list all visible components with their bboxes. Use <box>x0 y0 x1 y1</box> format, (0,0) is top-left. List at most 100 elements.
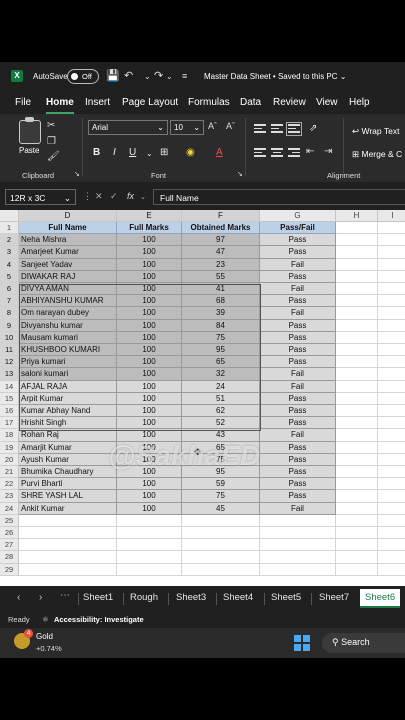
empty-cell[interactable] <box>378 564 405 576</box>
empty-cell[interactable] <box>336 466 378 479</box>
empty-cell[interactable] <box>336 563 378 576</box>
table-cell[interactable]: 68 <box>182 295 260 308</box>
customize-toolbar-icon[interactable]: ≡ <box>182 71 187 81</box>
table-cell[interactable]: Fail <box>260 502 336 515</box>
table-cell[interactable]: Fail <box>260 368 336 381</box>
sheet-tab-sheet5[interactable]: Sheet5 <box>271 592 301 603</box>
empty-cell[interactable] <box>336 234 378 247</box>
empty-cell[interactable] <box>378 368 405 381</box>
empty-cell[interactable] <box>378 539 405 552</box>
table-cell[interactable]: 75 <box>182 490 260 503</box>
table-cell[interactable]: AFJAL RAJA <box>19 380 117 393</box>
tab-formulas[interactable]: Formulas <box>188 97 230 108</box>
table-cell[interactable]: 23 <box>182 258 260 271</box>
table-cell[interactable] <box>260 514 336 527</box>
align-left-icon[interactable] <box>254 148 266 158</box>
table-cell[interactable]: Arpit Kumar <box>19 392 117 405</box>
table-cell[interactable]: 62 <box>182 405 260 418</box>
empty-cell[interactable] <box>378 490 405 503</box>
align-bottom-icon[interactable] <box>286 122 302 136</box>
table-cell[interactable]: 100 <box>117 344 182 357</box>
table-cell[interactable]: Pass <box>260 270 336 283</box>
table-cell[interactable]: KHUSHBOO KUMARI <box>19 344 117 357</box>
format-painter-icon[interactable]: 🖌 <box>47 151 60 162</box>
enter-icon[interactable]: ✓ <box>110 191 118 202</box>
table-cell[interactable]: Sanjeet Yadav <box>19 258 117 271</box>
increase-font-icon[interactable]: Aˆ <box>208 121 217 131</box>
row-header[interactable]: 26 <box>0 527 19 540</box>
cut-icon[interactable]: ✂ <box>47 120 55 131</box>
table-cell[interactable]: 100 <box>117 246 182 259</box>
table-cell[interactable]: Pass <box>260 441 336 454</box>
table-cell[interactable] <box>19 527 117 540</box>
table-cell[interactable] <box>260 551 336 564</box>
tab-home[interactable]: Home <box>46 97 74 108</box>
table-cell[interactable]: 59 <box>182 478 260 491</box>
table-cell[interactable]: Neha Mishra <box>19 234 117 247</box>
table-cell[interactable]: Fail <box>260 283 336 296</box>
table-cell[interactable]: 100 <box>117 258 182 271</box>
row-header[interactable]: 21 <box>0 466 19 479</box>
row-header[interactable]: 11 <box>0 344 19 357</box>
table-cell[interactable]: Pass <box>260 246 336 259</box>
empty-cell[interactable] <box>378 417 405 430</box>
table-cell[interactable]: Kumar Abhay Nand <box>19 405 117 418</box>
table-cell[interactable]: 100 <box>117 380 182 393</box>
table-cell[interactable]: Fail <box>260 307 336 320</box>
row-header[interactable]: 3 <box>0 246 19 259</box>
save-icon[interactable]: 💾 <box>106 69 120 82</box>
row-header[interactable]: 28 <box>0 551 19 564</box>
italic-button[interactable]: I <box>113 147 116 158</box>
table-cell[interactable]: 39 <box>182 307 260 320</box>
table-cell[interactable] <box>182 527 260 540</box>
empty-cell[interactable] <box>378 503 405 515</box>
table-cell[interactable]: Pass <box>260 331 336 344</box>
copy-icon[interactable]: ❐ <box>47 136 56 147</box>
table-cell[interactable] <box>182 563 260 576</box>
decrease-indent-icon[interactable]: ⇤ <box>306 146 314 157</box>
align-right-icon[interactable] <box>288 148 300 158</box>
empty-cell[interactable] <box>336 356 378 369</box>
row-header[interactable]: 5 <box>0 270 19 283</box>
table-cell[interactable]: Pass <box>260 490 336 503</box>
select-all-corner[interactable] <box>0 210 19 222</box>
table-cell[interactable] <box>117 551 182 564</box>
empty-cell[interactable] <box>378 246 405 259</box>
name-box[interactable]: 12R x 3C ⌄ <box>5 189 76 205</box>
row-header[interactable]: 27 <box>0 539 19 552</box>
empty-cell[interactable] <box>378 429 405 442</box>
empty-cell[interactable] <box>378 259 405 271</box>
table-cell[interactable]: 47 <box>182 246 260 259</box>
empty-cell[interactable] <box>336 405 378 418</box>
wrap-text-button[interactable]: ↩ Wrap Text <box>352 126 399 137</box>
table-cell[interactable]: Purvi Bharti <box>19 478 117 491</box>
ticker-name[interactable]: Gold <box>36 632 53 641</box>
tab-file[interactable]: File <box>15 97 31 108</box>
empty-cell[interactable] <box>336 246 378 259</box>
empty-cell[interactable] <box>336 380 378 393</box>
more-options-icon[interactable]: ⋮ <box>83 191 92 202</box>
empty-cell[interactable] <box>378 393 405 405</box>
undo-icon[interactable]: ↶ <box>124 69 133 82</box>
table-cell[interactable]: Pass <box>260 319 336 332</box>
row-header[interactable]: 13 <box>0 368 19 381</box>
column-header-d[interactable]: D <box>19 210 117 222</box>
table-cell[interactable]: 45 <box>182 502 260 515</box>
formula-input[interactable]: Full Name <box>153 189 405 205</box>
table-cell[interactable]: 100 <box>117 319 182 332</box>
table-cell[interactable]: Hrishit Singh <box>19 417 117 430</box>
table-cell[interactable]: 100 <box>117 478 182 491</box>
table-cell[interactable] <box>19 539 117 552</box>
empty-cell[interactable] <box>336 392 378 405</box>
table-cell[interactable]: 51 <box>182 392 260 405</box>
row-header[interactable]: 4 <box>0 258 19 271</box>
table-cell[interactable] <box>19 563 117 576</box>
empty-cell[interactable] <box>378 271 405 283</box>
sheet-tab-sheet3[interactable]: Sheet3 <box>176 592 206 603</box>
row-header[interactable]: 17 <box>0 417 19 430</box>
empty-cell[interactable] <box>378 478 405 491</box>
row-header[interactable]: 12 <box>0 356 19 369</box>
windows-start-icon[interactable] <box>294 635 310 651</box>
empty-cell[interactable] <box>336 417 378 430</box>
table-header-cell[interactable]: Obtained Marks <box>182 222 260 235</box>
